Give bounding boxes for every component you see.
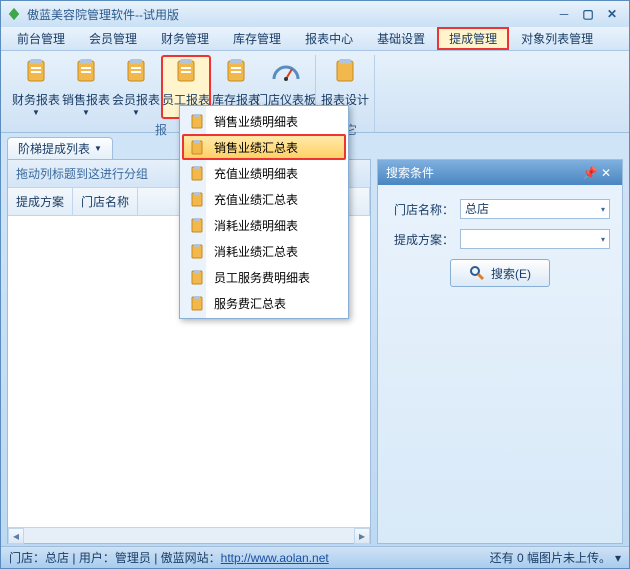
chevron-down-icon: ▾ (597, 230, 609, 248)
maximize-button[interactable]: ▢ (577, 6, 599, 22)
window-title: 傲蓝美容院管理软件--试用版 (27, 6, 179, 23)
clipboard-icon (188, 138, 206, 156)
ribbon-button-report-sales[interactable]: 销售报表▼ (61, 55, 111, 119)
pin-icon[interactable]: 📌 (582, 166, 598, 180)
search-panel: 搜索条件 📌 ✕ 门店名称： 总店 ▾ 提成方案： ▾ (377, 159, 623, 544)
clipboard-icon (188, 190, 206, 208)
chevron-down-icon: ▼ (94, 144, 102, 153)
chevron-down-icon: ▼ (32, 108, 40, 117)
search-panel-header: 搜索条件 📌 ✕ (378, 160, 622, 185)
search-panel-title: 搜索条件 (386, 164, 434, 181)
close-button[interactable]: ✕ (601, 6, 623, 22)
clipboard-icon (188, 216, 206, 234)
chevron-down-icon: ▼ (132, 108, 140, 117)
dropdown-item-4[interactable]: 消耗业绩明细表 (182, 212, 346, 238)
app-logo-icon (7, 7, 21, 21)
ribbon-button-report-member[interactable]: 会员报表▼ (111, 55, 161, 119)
clipboard-icon (188, 164, 206, 182)
store-select[interactable]: 总店 ▾ (460, 199, 610, 219)
website-link[interactable]: http://www.aolan.net (221, 551, 329, 565)
scroll-left-icon[interactable]: ◂ (8, 528, 24, 544)
menu-item-4[interactable]: 报表中心 (293, 27, 365, 50)
clipboard-icon (188, 242, 206, 260)
chevron-down-icon[interactable]: ▾ (615, 551, 621, 565)
menu-item-1[interactable]: 会员管理 (77, 27, 149, 50)
staff-report-dropdown: 销售业绩明细表销售业绩汇总表充值业绩明细表充值业绩汇总表消耗业绩明细表消耗业绩汇… (179, 105, 349, 319)
menubar: 前台管理会员管理财务管理库存管理报表中心基础设置提成管理对象列表管理 (1, 27, 629, 51)
plan-label: 提成方案： (390, 231, 454, 248)
scroll-right-icon[interactable]: ▸ (354, 528, 370, 544)
dropdown-item-1[interactable]: 销售业绩汇总表 (182, 134, 346, 160)
ribbon-button-report-finance[interactable]: 财务报表▼ (11, 55, 61, 119)
column-header-1[interactable]: 门店名称 (73, 188, 138, 215)
menu-item-5[interactable]: 基础设置 (365, 27, 437, 50)
search-button[interactable]: 搜索(E) (450, 259, 550, 287)
statusbar: 门店： 总店 | 用户： 管理员 | 傲蓝网站： http://www.aola… (1, 546, 629, 568)
dropdown-item-5[interactable]: 消耗业绩汇总表 (182, 238, 346, 264)
dropdown-item-2[interactable]: 充值业绩明细表 (182, 160, 346, 186)
plan-select[interactable]: ▾ (460, 229, 610, 249)
tab-commission-list[interactable]: 阶梯提成列表 ▼ (7, 137, 113, 159)
menu-item-2[interactable]: 财务管理 (149, 27, 221, 50)
titlebar: 傲蓝美容院管理软件--试用版 ─ ▢ ✕ (1, 1, 629, 27)
column-header-0[interactable]: 提成方案 (8, 188, 73, 215)
menu-item-0[interactable]: 前台管理 (5, 27, 77, 50)
menu-item-7[interactable]: 对象列表管理 (509, 27, 605, 50)
clipboard-icon (188, 268, 206, 286)
ribbon-group-label-1: 报 (155, 119, 167, 140)
report-design-icon (329, 57, 361, 89)
dropdown-item-3[interactable]: 充值业绩汇总表 (182, 186, 346, 212)
dropdown-item-6[interactable]: 员工服务费明细表 (182, 264, 346, 290)
dropdown-item-0[interactable]: 销售业绩明细表 (182, 108, 346, 134)
minimize-button[interactable]: ─ (553, 6, 575, 22)
clipboard-icon (188, 112, 206, 130)
chevron-down-icon: ▾ (597, 200, 609, 218)
store-label: 门店名称： (390, 201, 454, 218)
menu-item-3[interactable]: 库存管理 (221, 27, 293, 50)
chevron-down-icon: ▼ (82, 108, 90, 117)
menu-item-6[interactable]: 提成管理 (437, 27, 509, 50)
dropdown-item-7[interactable]: 服务费汇总表 (182, 290, 346, 316)
horizontal-scrollbar[interactable]: ◂ ▸ (8, 527, 370, 543)
panel-close-icon[interactable]: ✕ (598, 166, 614, 180)
upload-status: 还有 0 幅图片未上传。 (490, 549, 611, 566)
clipboard-icon (188, 294, 206, 312)
search-icon (469, 265, 485, 281)
